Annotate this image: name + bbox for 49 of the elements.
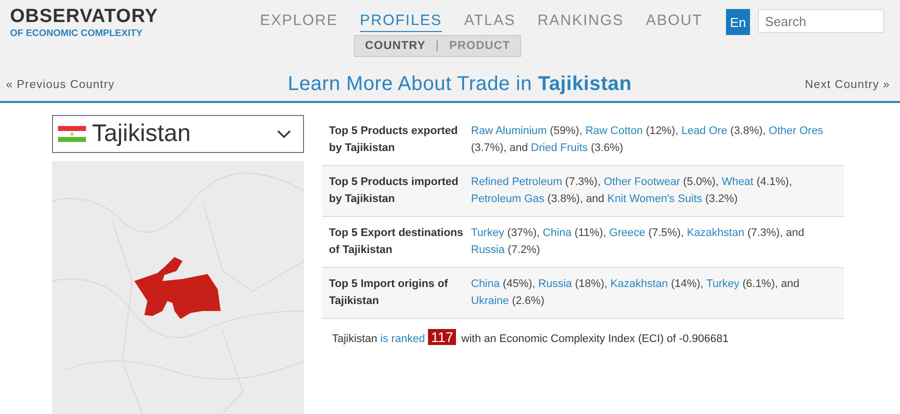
ranking-sentence: Tajikistan is ranked 117 with an Economic Complexity Index (ECI) of -0.906681 xyxy=(332,329,730,345)
logo-subtitle: OF ECONOMIC COMPLEXITY xyxy=(10,28,142,39)
item-link[interactable]: Dried Fruits xyxy=(530,142,588,154)
nav-link[interactable]: RANKINGS xyxy=(537,12,624,32)
flag-icon xyxy=(58,126,86,142)
row-label: Top 5 Products exported by Tajikistan xyxy=(329,124,459,156)
item-link[interactable]: Petroleum Gas xyxy=(471,192,544,204)
item-link[interactable]: Other Ores xyxy=(768,125,824,137)
nav-link[interactable]: ABOUT xyxy=(646,12,703,32)
ranked-link[interactable]: is ranked xyxy=(380,333,425,345)
rank-badge: 117 xyxy=(428,329,456,345)
logo-title[interactable]: OBSERVATORY xyxy=(10,6,158,28)
nav-link[interactable]: PROFILES xyxy=(360,12,442,32)
previous-country-link[interactable]: « Previous Country xyxy=(6,78,115,90)
row-label: Top 5 Products imported by Tajikistan xyxy=(329,175,460,206)
item-link[interactable]: Turkey xyxy=(706,278,740,290)
nav-link[interactable]: ATLAS xyxy=(464,12,516,32)
row-value: Raw Aluminium (59%), Raw Cotton (12%), Lead Ore (3.8%), Other Ores (3.7%), and Dried Fruits (3.6%) xyxy=(471,124,824,156)
item-link[interactable]: Ukraine xyxy=(471,294,509,306)
item-link[interactable]: Lead Ore xyxy=(681,125,728,137)
item-link[interactable]: Russia xyxy=(538,278,572,290)
nav-link[interactable]: EXPLORE xyxy=(260,12,338,32)
row-label: Top 5 Export destinations of Tajikistan xyxy=(329,226,464,258)
row-value: China (45%), Russia (18%), Kazakhstan (14%), Turkey (6.1%), and Ukraine (2.6%) xyxy=(471,277,800,308)
item-link[interactable]: China xyxy=(471,278,500,290)
item-link[interactable]: Turkey xyxy=(471,227,504,239)
item-link[interactable]: China xyxy=(542,227,572,239)
item-link[interactable]: Raw Aluminium xyxy=(471,125,547,137)
item-link[interactable]: Refined Petroleum xyxy=(471,176,562,188)
language-button[interactable]: En xyxy=(726,9,750,35)
subnav-tab[interactable]: PRODUCT xyxy=(449,40,510,52)
item-link[interactable]: Kazakhstan xyxy=(610,278,668,290)
search-field[interactable]: Search xyxy=(758,9,884,33)
row-value: Refined Petroleum (7.3%), Other Footwear (5.0%), Wheat (4.1%), Petroleum Gas (3.8%), and Knit Women's Suits (3.2%) xyxy=(471,175,793,206)
country-select[interactable]: Tajikistan xyxy=(52,115,304,153)
page-heading: Learn More About Trade in Tajikistan xyxy=(288,73,632,96)
separator: | xyxy=(436,40,440,52)
row-value: Turkey (37%), China (11%), Greece (7.5%), Kazakhstan (7.3%), and Russia (7.2%) xyxy=(471,226,806,258)
next-country-link[interactable]: Next Country » xyxy=(804,78,890,90)
item-link[interactable]: Raw Cotton xyxy=(585,125,643,137)
item-link[interactable]: Kazakhstan xyxy=(686,227,744,239)
item-link[interactable]: Other Footwear xyxy=(604,176,680,188)
subnav-tab[interactable]: COUNTRY xyxy=(365,40,426,52)
item-link[interactable]: Wheat xyxy=(722,176,754,188)
item-link[interactable]: Russia xyxy=(471,244,505,256)
row-label: Top 5 Import origins of Tajikistan xyxy=(329,277,449,308)
item-link[interactable]: Greece xyxy=(609,227,646,239)
item-link[interactable]: Knit Women's Suits xyxy=(607,192,702,204)
chevron-down-icon xyxy=(277,130,291,138)
